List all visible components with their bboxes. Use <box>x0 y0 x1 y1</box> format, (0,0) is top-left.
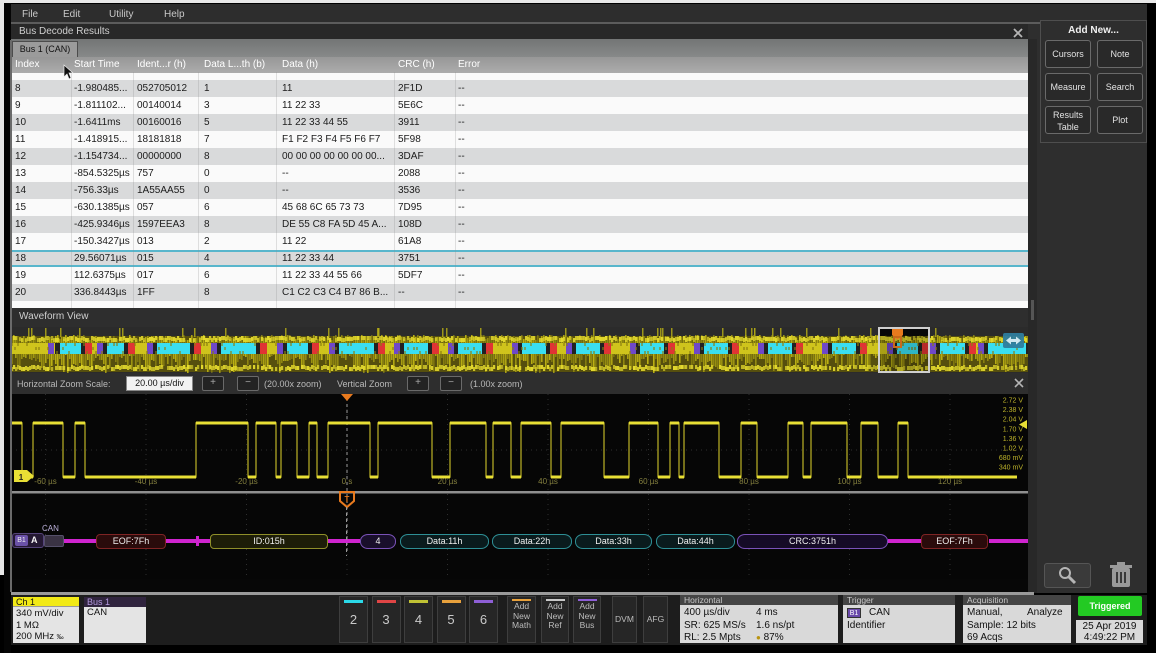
svg-text:1.02 V: 1.02 V <box>1003 446 1024 453</box>
svg-text:80 µs: 80 µs <box>739 477 759 486</box>
svg-text:-60 µs: -60 µs <box>34 477 56 486</box>
svg-text:2.72 V: 2.72 V <box>1003 398 1024 405</box>
svg-text:680 mV: 680 mV <box>999 455 1023 462</box>
svg-text:-40 µs: -40 µs <box>135 477 157 486</box>
svg-text:1.36 V: 1.36 V <box>1003 436 1024 443</box>
svg-text:60 µs: 60 µs <box>639 477 659 486</box>
svg-text:-20 µs: -20 µs <box>235 477 257 486</box>
svg-text:340 mV: 340 mV <box>999 465 1023 472</box>
svg-text:20 µs: 20 µs <box>438 477 458 486</box>
svg-text:1.70 V: 1.70 V <box>1003 426 1024 433</box>
svg-text:1: 1 <box>19 473 24 482</box>
svg-text:2.04 V: 2.04 V <box>1003 417 1024 424</box>
svg-text:120 µs: 120 µs <box>938 477 962 486</box>
svg-text:100 µs: 100 µs <box>837 477 861 486</box>
svg-text:0 s: 0 s <box>342 477 353 486</box>
svg-text:40 µs: 40 µs <box>538 477 558 486</box>
svg-text:2.38 V: 2.38 V <box>1003 407 1024 414</box>
svg-text:T: T <box>345 495 350 504</box>
